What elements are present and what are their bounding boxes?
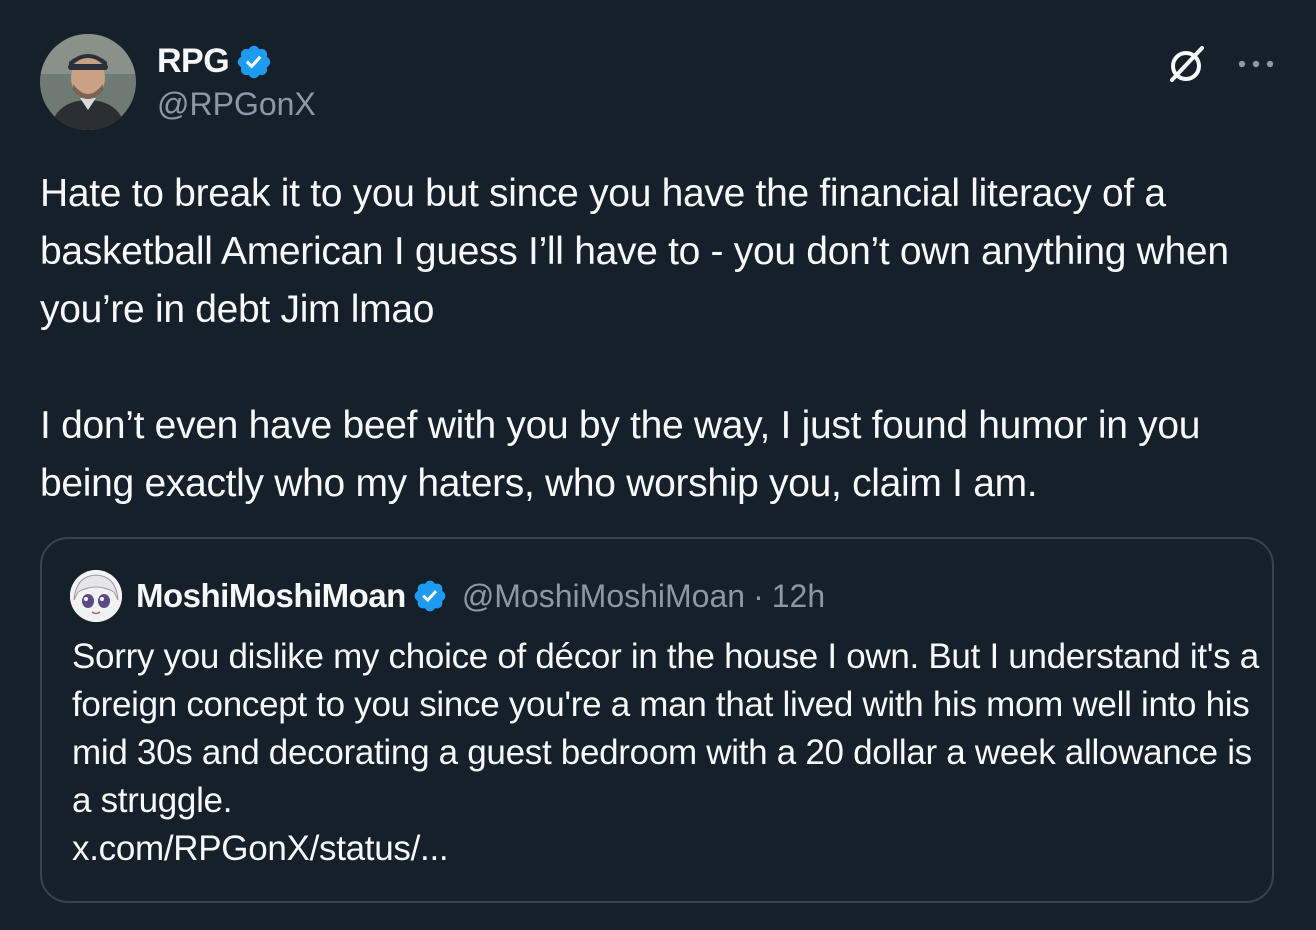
author-avatar[interactable] xyxy=(40,34,136,130)
post-text-paragraph: Hate to break it to you but since you ha… xyxy=(40,172,1229,331)
post-text: Hate to break it to you but since you ha… xyxy=(40,165,1290,513)
quoted-post-header: MoshiMoshiMoan @MoshiMoshiMoan · 12h xyxy=(70,570,825,622)
quoted-post-body: Sorry you dislike my choice of décor in … xyxy=(72,637,1259,820)
quoted-post-link[interactable]: x.com/RPGonX/status/... xyxy=(72,825,1262,873)
quoted-author-name[interactable]: MoshiMoshiMoan xyxy=(136,577,406,615)
post-actions xyxy=(1164,42,1276,86)
grok-icon[interactable] xyxy=(1164,42,1208,86)
quoted-author-handle[interactable]: @MoshiMoshiMoan xyxy=(462,578,745,615)
quoted-post-timestamp[interactable]: 12h xyxy=(772,578,825,615)
verified-badge-icon[interactable] xyxy=(235,43,273,81)
author-handle[interactable]: @RPGonX xyxy=(157,86,316,123)
post-header: RPG @RPGonX xyxy=(40,34,1276,134)
verified-badge-icon xyxy=(412,578,448,614)
quoted-author-avatar xyxy=(70,570,122,622)
quoted-post-text: Sorry you dislike my choice of décor in … xyxy=(72,633,1262,873)
author-name-row: RPG xyxy=(157,42,273,81)
separator-dot: · xyxy=(753,577,764,614)
post-text-paragraph: I don’t even have beef with you by the w… xyxy=(40,404,1201,505)
quoted-post-card[interactable]: MoshiMoshiMoan @MoshiMoshiMoan · 12h Sor… xyxy=(40,537,1274,903)
more-options-icon[interactable] xyxy=(1236,54,1276,74)
author-display-name[interactable]: RPG xyxy=(157,42,230,81)
